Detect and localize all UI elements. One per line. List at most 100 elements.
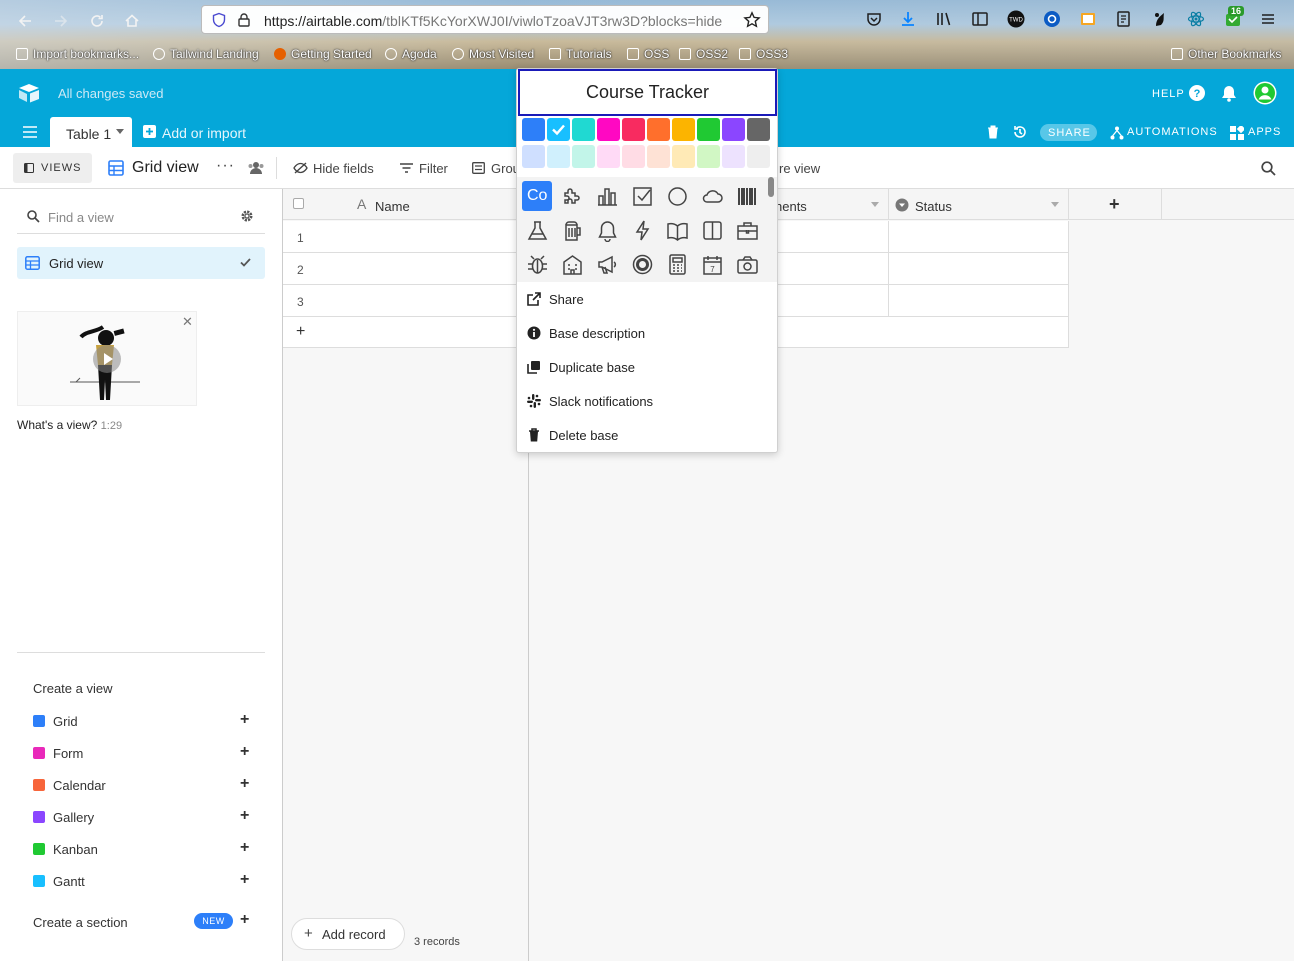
column-header-name[interactable]: A Name — [283, 189, 529, 220]
plus-icon[interactable]: + — [240, 839, 249, 857]
user-avatar[interactable] — [1253, 81, 1277, 105]
bell-icon[interactable] — [595, 218, 620, 243]
react-devtools-icon[interactable] — [1187, 10, 1205, 28]
megaphone-icon[interactable] — [595, 252, 620, 277]
icon-option-abbrev[interactable]: Co — [522, 181, 552, 211]
view-item-grid-view[interactable]: Grid view — [17, 247, 265, 279]
bookmark-most-visited[interactable]: Most Visited — [452, 47, 534, 61]
bar-chart-icon[interactable] — [595, 184, 620, 209]
add-or-import-button[interactable]: Add or import — [162, 125, 246, 141]
twd-extension-icon[interactable]: TWD — [1007, 10, 1025, 28]
views-toggle-button[interactable]: VIEWS — [13, 153, 92, 183]
light-color-swatch-0[interactable] — [522, 145, 545, 168]
color-swatch-4[interactable] — [622, 118, 645, 141]
current-view-name[interactable]: Grid view — [132, 159, 199, 177]
light-color-swatch-2[interactable] — [572, 145, 595, 168]
create-gallery-view[interactable]: Gallery + — [33, 807, 263, 827]
light-color-swatch-6[interactable] — [672, 145, 695, 168]
bookmark-tailwind[interactable]: Tailwind Landing — [153, 47, 259, 61]
view-settings-gear-icon[interactable] — [240, 209, 254, 223]
bookmark-oss[interactable]: OSS — [627, 47, 669, 61]
create-kanban-view[interactable]: Kanban + — [33, 839, 263, 859]
color-swatch-2[interactable] — [572, 118, 595, 141]
lightning-icon[interactable] — [630, 218, 655, 243]
light-color-swatch-1[interactable] — [547, 145, 570, 168]
checkbox-icon[interactable] — [630, 184, 655, 209]
settings-extension-icon[interactable] — [1043, 10, 1061, 28]
hide-fields-button[interactable]: Hide fields — [313, 161, 374, 176]
plus-icon[interactable]: + — [240, 807, 249, 825]
collaborators-icon[interactable] — [247, 161, 265, 175]
view-more-options-icon[interactable]: ··· — [216, 157, 235, 175]
book-icon[interactable] — [700, 218, 725, 243]
light-color-swatch-3[interactable] — [597, 145, 620, 168]
bookmark-oss2[interactable]: OSS2 — [679, 47, 728, 61]
color-swatch-0[interactable] — [522, 118, 545, 141]
forward-icon[interactable] — [50, 10, 72, 32]
base-name-input[interactable]: Course Tracker — [518, 69, 777, 116]
color-swatch-1[interactable] — [547, 118, 570, 141]
pocket-icon[interactable] — [865, 10, 883, 28]
notification-bell-icon[interactable] — [1221, 84, 1237, 102]
menu-item-base-description[interactable]: Base description — [525, 322, 765, 346]
download-icon[interactable] — [899, 10, 917, 28]
table-row[interactable]: 3 — [283, 285, 529, 317]
apps-button[interactable]: APPS — [1248, 126, 1281, 138]
automations-button[interactable]: AUTOMATIONS — [1127, 126, 1218, 138]
bookmark-other[interactable]: Other Bookmarks — [1171, 47, 1281, 61]
reload-icon[interactable] — [86, 10, 108, 32]
create-gantt-view[interactable]: Gantt + — [33, 871, 263, 891]
flask-icon[interactable] — [525, 218, 550, 243]
table-row[interactable]: 2 — [283, 253, 529, 285]
circle-icon[interactable] — [665, 184, 690, 209]
plus-icon[interactable]: + — [240, 871, 249, 889]
light-color-swatch-5[interactable] — [647, 145, 670, 168]
trash-icon[interactable] — [987, 125, 999, 139]
color-swatch-8[interactable] — [722, 118, 745, 141]
create-section-button[interactable]: Create a section — [33, 915, 128, 930]
filter-button[interactable]: Filter — [419, 161, 448, 176]
cloud-icon[interactable] — [700, 184, 725, 209]
chevron-down-icon[interactable] — [1051, 202, 1059, 207]
help-icon[interactable]: ? — [1188, 84, 1206, 102]
icon-picker-scrollbar[interactable] — [768, 177, 774, 197]
camera-icon[interactable] — [735, 252, 760, 277]
chevron-down-icon[interactable] — [871, 202, 879, 207]
share-view-button[interactable]: re view — [779, 161, 820, 176]
library-icon[interactable] — [935, 10, 953, 28]
bookmark-import[interactable]: Import bookmarks... — [16, 47, 139, 61]
building-icon[interactable] — [560, 252, 585, 277]
color-swatch-9[interactable] — [747, 118, 770, 141]
url-bar[interactable]: https://airtable.com/tblKTf5KcYorXWJ0I/v… — [201, 5, 769, 34]
menu-item-share[interactable]: Share — [525, 288, 765, 312]
add-field-button[interactable]: + — [1069, 189, 1162, 220]
menu-item-slack-notifications[interactable]: Slack notifications — [525, 390, 765, 414]
share-button[interactable]: SHARE — [1040, 124, 1097, 141]
search-icon[interactable] — [1261, 161, 1276, 176]
bookmark-tutorials[interactable]: Tutorials — [549, 47, 612, 61]
light-color-swatch-7[interactable] — [697, 145, 720, 168]
select-all-checkbox[interactable] — [293, 198, 304, 209]
light-color-swatch-8[interactable] — [722, 145, 745, 168]
plus-icon[interactable]: + — [240, 743, 249, 761]
tab-table-1[interactable]: Table 1 — [50, 117, 132, 147]
calendar-icon[interactable]: 7 — [700, 252, 725, 277]
history-icon[interactable] — [1012, 124, 1028, 140]
menu-item-delete-base[interactable]: Delete base — [525, 424, 765, 448]
light-color-swatch-4[interactable] — [622, 145, 645, 168]
briefcase-icon[interactable] — [735, 218, 760, 243]
table-cell[interactable] — [889, 285, 1069, 317]
star-bookmark-icon[interactable] — [743, 11, 761, 29]
help-button[interactable]: HELP — [1152, 88, 1185, 100]
light-color-swatch-9[interactable] — [747, 145, 770, 168]
lock-icon[interactable] — [236, 12, 252, 28]
bug-icon[interactable] — [525, 252, 550, 277]
hamburger-icon[interactable] — [23, 126, 37, 138]
add-record-button[interactable]: + Add record — [291, 918, 405, 950]
bookmark-agoda[interactable]: Agoda — [385, 47, 437, 61]
plus-icon[interactable]: + — [240, 711, 249, 729]
bookmark-oss3[interactable]: OSS3 — [739, 47, 788, 61]
sidebar-toggle-icon[interactable] — [971, 10, 989, 28]
table-cell[interactable] — [889, 253, 1069, 285]
close-icon[interactable]: ✕ — [182, 314, 193, 330]
